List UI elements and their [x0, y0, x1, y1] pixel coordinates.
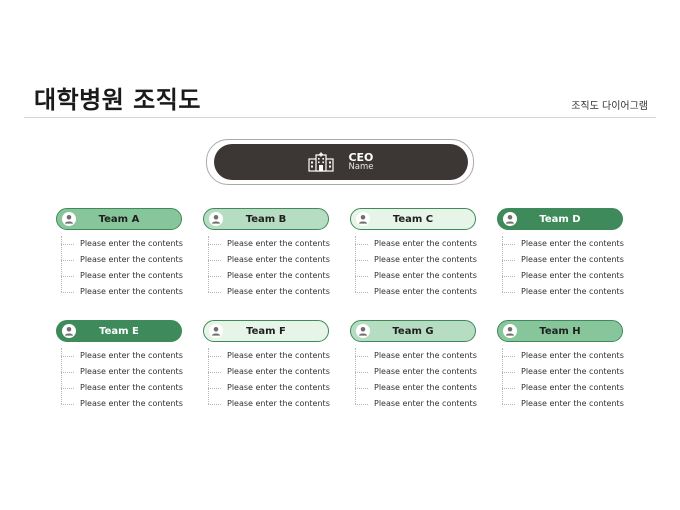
team-a: Team A Please enter the contents Please en… [56, 208, 183, 300]
team-pill: Team H [497, 320, 623, 342]
ceo-text: CEO Name [348, 152, 373, 172]
page-title: 대학병원 조직도 [34, 86, 201, 114]
list-item: Please enter the contents [61, 380, 183, 396]
team-f: Team F Please enter the contents Please en… [203, 320, 330, 412]
team-d: Team D Please enter the contents Please en… [497, 208, 624, 300]
list-item: Please enter the contents [502, 268, 624, 284]
user-avatar-icon [356, 324, 370, 338]
team-item-list: Please enter the contents Please enter th… [502, 348, 624, 412]
list-item: Please enter the contents [502, 364, 624, 380]
list-item: Please enter the contents [61, 268, 183, 284]
list-item: Please enter the contents [502, 284, 624, 300]
ceo-name: Name [348, 162, 374, 173]
list-item: Please enter the contents [502, 348, 624, 364]
list-item: Please enter the contents [208, 268, 330, 284]
list-item: Please enter the contents [502, 396, 624, 412]
team-c: Team C Please enter the contents Please en… [350, 208, 477, 300]
header-divider [24, 117, 656, 118]
page-subtitle: 조직도 다이어그램 [571, 101, 648, 112]
team-name: Team H [539, 325, 581, 337]
list-item: Please enter the contents [355, 380, 477, 396]
team-g: Team G Please enter the contents Please en… [350, 320, 477, 412]
user-avatar-icon [62, 324, 76, 338]
team-item-list: Please enter the contents Please enter th… [61, 236, 183, 300]
list-item: Please enter the contents [208, 252, 330, 268]
team-name: Team G [392, 325, 434, 337]
team-pill: Team E [56, 320, 182, 342]
list-item: Please enter the contents [355, 284, 477, 300]
list-item: Please enter the contents [502, 380, 624, 396]
team-name: Team D [539, 213, 581, 225]
list-item: Please enter the contents [355, 348, 477, 364]
team-item-list: Please enter the contents Please enter th… [355, 348, 477, 412]
user-avatar-icon [503, 324, 517, 338]
user-avatar-icon [62, 212, 76, 226]
team-name: Team A [98, 213, 140, 225]
list-item: Please enter the contents [208, 396, 330, 412]
team-item-list: Please enter the contents Please enter th… [208, 348, 330, 412]
team-item-list: Please enter the contents Please enter th… [502, 236, 624, 300]
team-item-list: Please enter the contents Please enter th… [355, 236, 477, 300]
team-name: Team B [245, 213, 287, 225]
team-e: Team E Please enter the contents Please en… [56, 320, 183, 412]
list-item: Please enter the contents [61, 348, 183, 364]
list-item: Please enter the contents [61, 252, 183, 268]
user-avatar-icon [356, 212, 370, 226]
team-pill: Team G [350, 320, 476, 342]
ceo-pill: CEO Name [214, 144, 468, 180]
list-item: Please enter the contents [502, 236, 624, 252]
list-item: Please enter the contents [355, 364, 477, 380]
team-pill: Team F [203, 320, 329, 342]
team-item-list: Please enter the contents Please enter th… [208, 236, 330, 300]
team-item-list: Please enter the contents Please enter th… [61, 348, 183, 412]
user-avatar-icon [209, 212, 223, 226]
list-item: Please enter the contents [208, 348, 330, 364]
list-item: Please enter the contents [61, 396, 183, 412]
team-b: Team B Please enter the contents Please en… [203, 208, 330, 300]
list-item: Please enter the contents [355, 268, 477, 284]
ceo-node: CEO Name [206, 139, 474, 185]
hospital-building-icon [308, 152, 335, 172]
team-name: Team C [392, 213, 434, 225]
list-item: Please enter the contents [355, 252, 477, 268]
team-name: Team E [99, 325, 139, 337]
team-name: Team F [246, 325, 286, 337]
list-item: Please enter the contents [208, 380, 330, 396]
list-item: Please enter the contents [208, 284, 330, 300]
list-item: Please enter the contents [208, 236, 330, 252]
list-item: Please enter the contents [355, 236, 477, 252]
team-pill: Team A [56, 208, 182, 230]
team-h: Team H Please enter the contents Please en… [497, 320, 624, 412]
list-item: Please enter the contents [355, 396, 477, 412]
user-avatar-icon [503, 212, 517, 226]
team-pill: Team B [203, 208, 329, 230]
list-item: Please enter the contents [61, 284, 183, 300]
team-pill: Team C [350, 208, 476, 230]
team-pill: Team D [497, 208, 623, 230]
user-avatar-icon [209, 324, 223, 338]
list-item: Please enter the contents [502, 252, 624, 268]
list-item: Please enter the contents [208, 364, 330, 380]
list-item: Please enter the contents [61, 364, 183, 380]
list-item: Please enter the contents [61, 236, 183, 252]
